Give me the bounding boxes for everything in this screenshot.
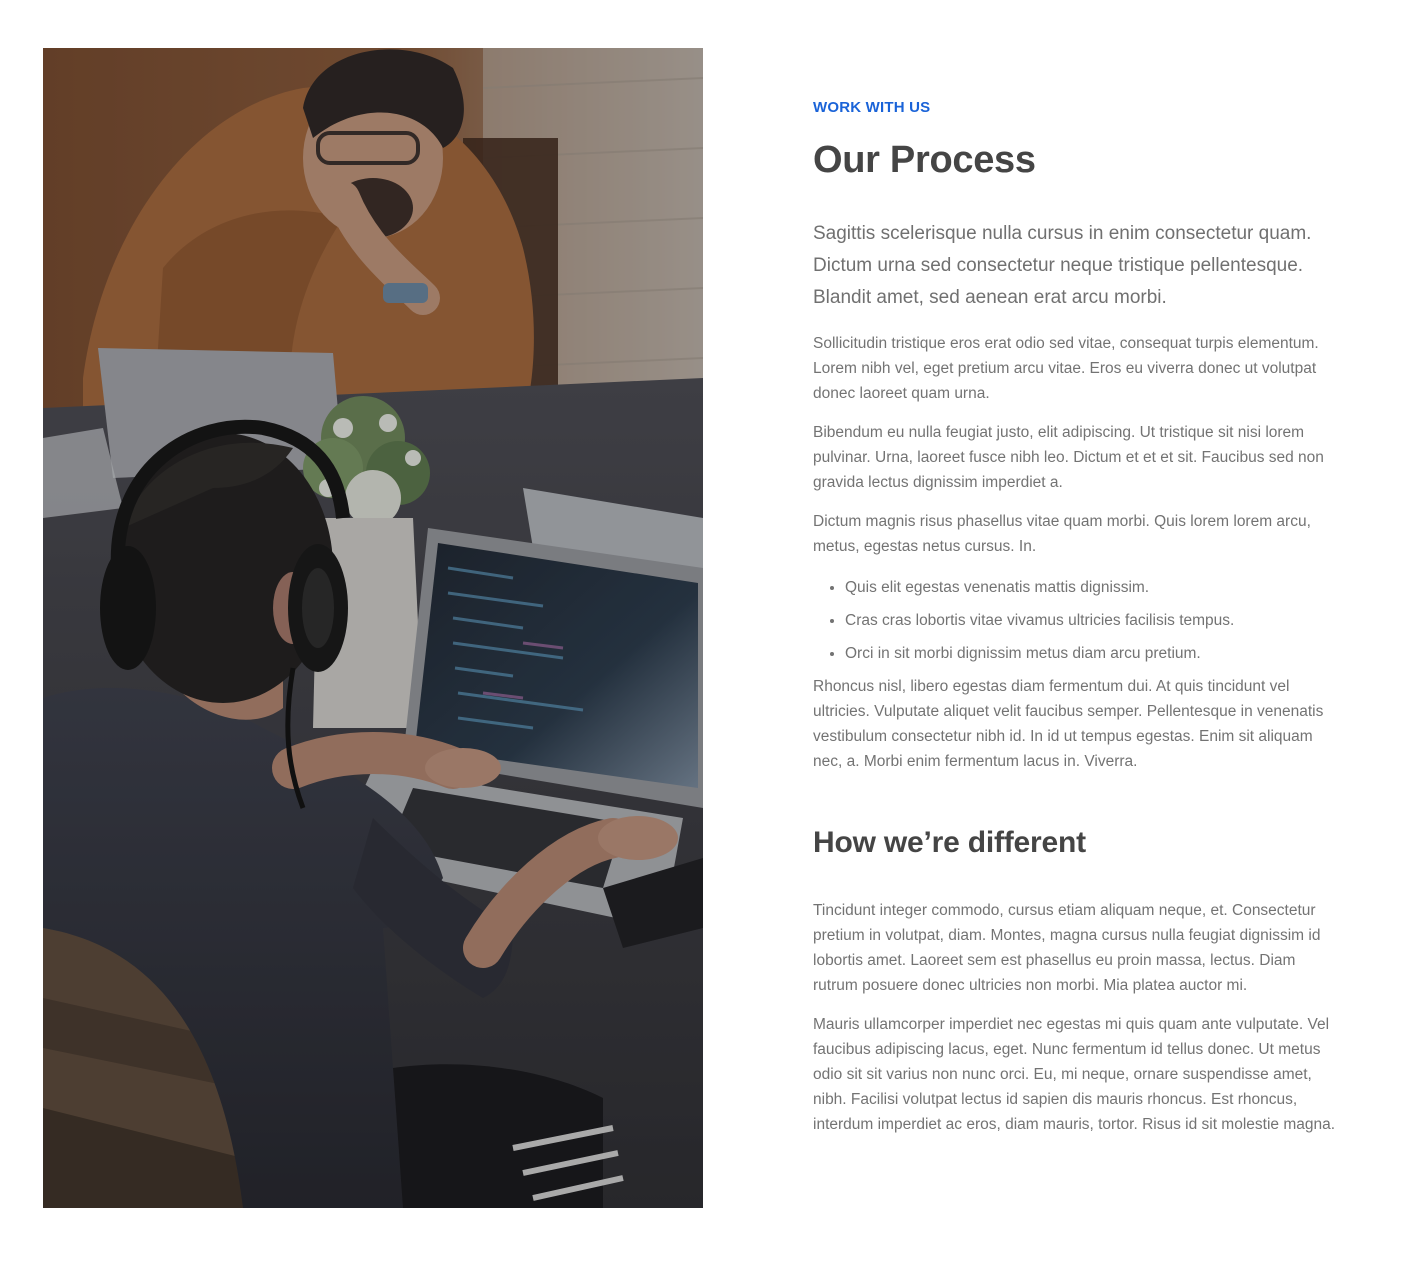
body-paragraph: Bibendum eu nulla feugiat justo, elit ad… xyxy=(813,424,1324,491)
closing-paragraph: Rhoncus nisl, libero egestas diam fermen… xyxy=(813,678,1324,770)
bullet-list: Quis elit egestas venenatis mattis digni… xyxy=(813,575,1343,666)
lead-paragraph: Sagittis scelerisque nulla cursus in eni… xyxy=(813,223,1312,308)
photo-people-working-on-laptops-icon xyxy=(43,48,703,1208)
body-paragraph: Dictum magnis risus phasellus vitae quam… xyxy=(813,513,1311,555)
page-title: Our Process xyxy=(813,139,1036,181)
section-eyebrow: WORK WITH US xyxy=(813,99,931,116)
section-subtitle: How we’re different xyxy=(813,826,1086,859)
hero-photo xyxy=(43,48,703,1208)
list-item: Quis elit egestas venenatis mattis digni… xyxy=(845,575,1343,600)
process-section: WORK WITH US Our Process Sagittis sceler… xyxy=(813,98,1343,1137)
list-item: Cras cras lobortis vitae vivamus ultrici… xyxy=(845,608,1343,633)
list-item: Orci in sit morbi dignissim metus diam a… xyxy=(845,641,1343,666)
body-paragraph: Mauris ullamcorper imperdiet nec egestas… xyxy=(813,1016,1336,1133)
body-paragraph: Sollicitudin tristique eros erat odio se… xyxy=(813,335,1319,402)
body-paragraph: Tincidunt integer commodo, cursus etiam … xyxy=(813,902,1321,994)
